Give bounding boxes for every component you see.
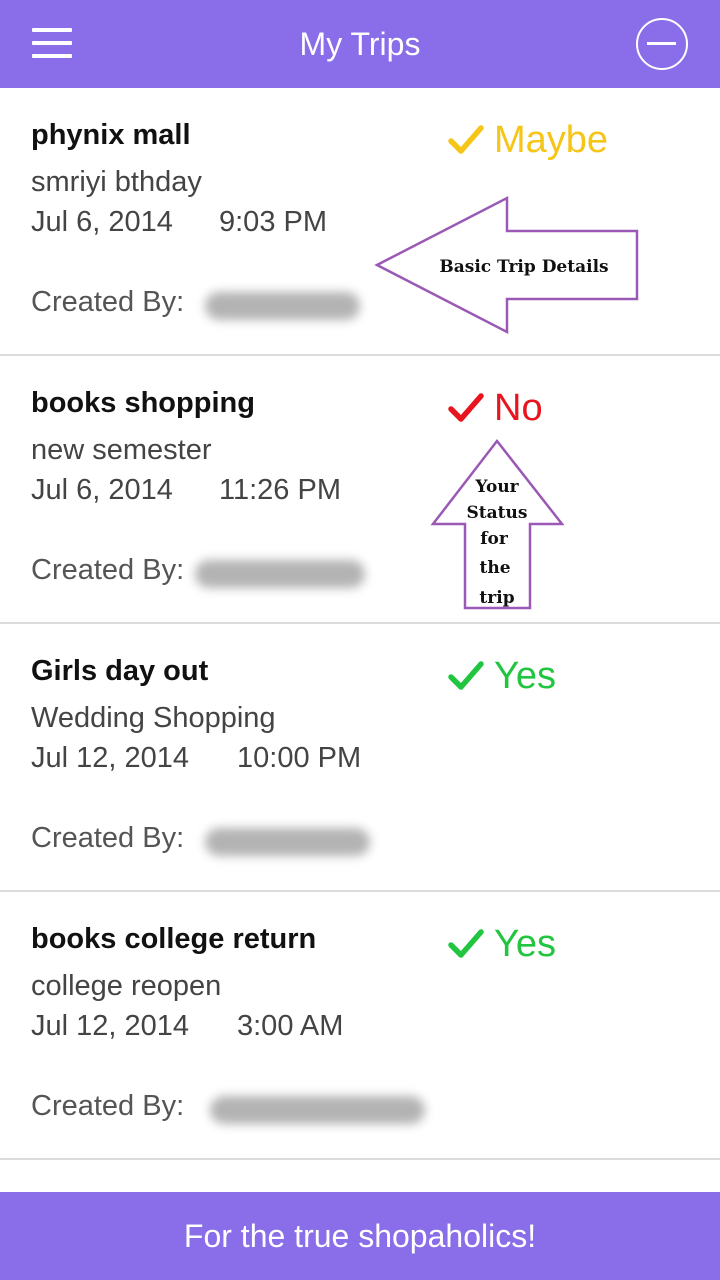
trip-status: Yes bbox=[448, 922, 556, 966]
trip-status: Maybe bbox=[448, 118, 608, 162]
trip-item-books-college-return[interactable]: books college return college reopen Jul … bbox=[0, 892, 720, 1160]
trip-item-girls-day-out[interactable]: Girls day out Wedding Shopping Jul 12, 2… bbox=[0, 624, 720, 892]
redacted-creator-name bbox=[205, 828, 370, 856]
redacted-creator-name bbox=[205, 292, 360, 320]
trip-status: Yes bbox=[448, 654, 556, 698]
trip-status-label: No bbox=[494, 386, 543, 429]
hamburger-menu-icon[interactable] bbox=[32, 28, 72, 60]
app-header: My Trips bbox=[0, 0, 720, 88]
footer-banner: For the true shopaholics! bbox=[0, 1192, 720, 1280]
created-by-label: Created By: bbox=[31, 286, 185, 318]
page-title: My Trips bbox=[299, 26, 421, 62]
redacted-creator-name bbox=[195, 560, 365, 588]
trip-name: phynix mall bbox=[31, 119, 191, 151]
trip-time: 9:03 PM bbox=[219, 206, 327, 238]
trip-item-phynix-mall[interactable]: phynix mall smriyi bthday Jul 6, 2014 9:… bbox=[0, 88, 720, 356]
trip-description: smriyi bthday bbox=[31, 166, 202, 198]
trip-time: 3:00 AM bbox=[237, 1010, 344, 1042]
redacted-creator-name bbox=[210, 1096, 425, 1124]
trip-description: Wedding Shopping bbox=[31, 702, 276, 734]
check-icon bbox=[448, 661, 484, 690]
trip-time: 10:00 PM bbox=[237, 742, 362, 774]
check-icon bbox=[448, 393, 484, 422]
created-by-label: Created By: bbox=[31, 554, 185, 586]
trip-status-label: Yes bbox=[494, 654, 556, 697]
trip-item-books-shopping[interactable]: books shopping new semester Jul 6, 2014 … bbox=[0, 356, 720, 624]
trip-status-label: Yes bbox=[494, 922, 556, 965]
created-by-label: Created By: bbox=[31, 1090, 185, 1122]
trip-description: new semester bbox=[31, 434, 212, 466]
trip-name: Girls day out bbox=[31, 655, 209, 687]
trip-status-label: Maybe bbox=[494, 118, 609, 161]
trip-status: No bbox=[448, 386, 543, 430]
trip-name: books shopping bbox=[31, 387, 255, 419]
trip-list: phynix mall smriyi bthday Jul 6, 2014 9:… bbox=[0, 88, 720, 1160]
circle-minus-icon[interactable] bbox=[636, 18, 688, 70]
trip-date: Jul 12, 2014 bbox=[31, 742, 190, 774]
trip-name: books college return bbox=[31, 923, 317, 955]
trip-time: 11:26 PM bbox=[219, 474, 341, 506]
trip-date: Jul 6, 2014 bbox=[31, 474, 173, 506]
trip-description: college reopen bbox=[31, 970, 222, 1002]
trip-date: Jul 12, 2014 bbox=[31, 1010, 190, 1042]
check-icon bbox=[448, 125, 484, 154]
trip-date: Jul 6, 2014 bbox=[31, 206, 173, 238]
check-icon bbox=[448, 929, 484, 958]
created-by-label: Created By: bbox=[31, 822, 185, 854]
